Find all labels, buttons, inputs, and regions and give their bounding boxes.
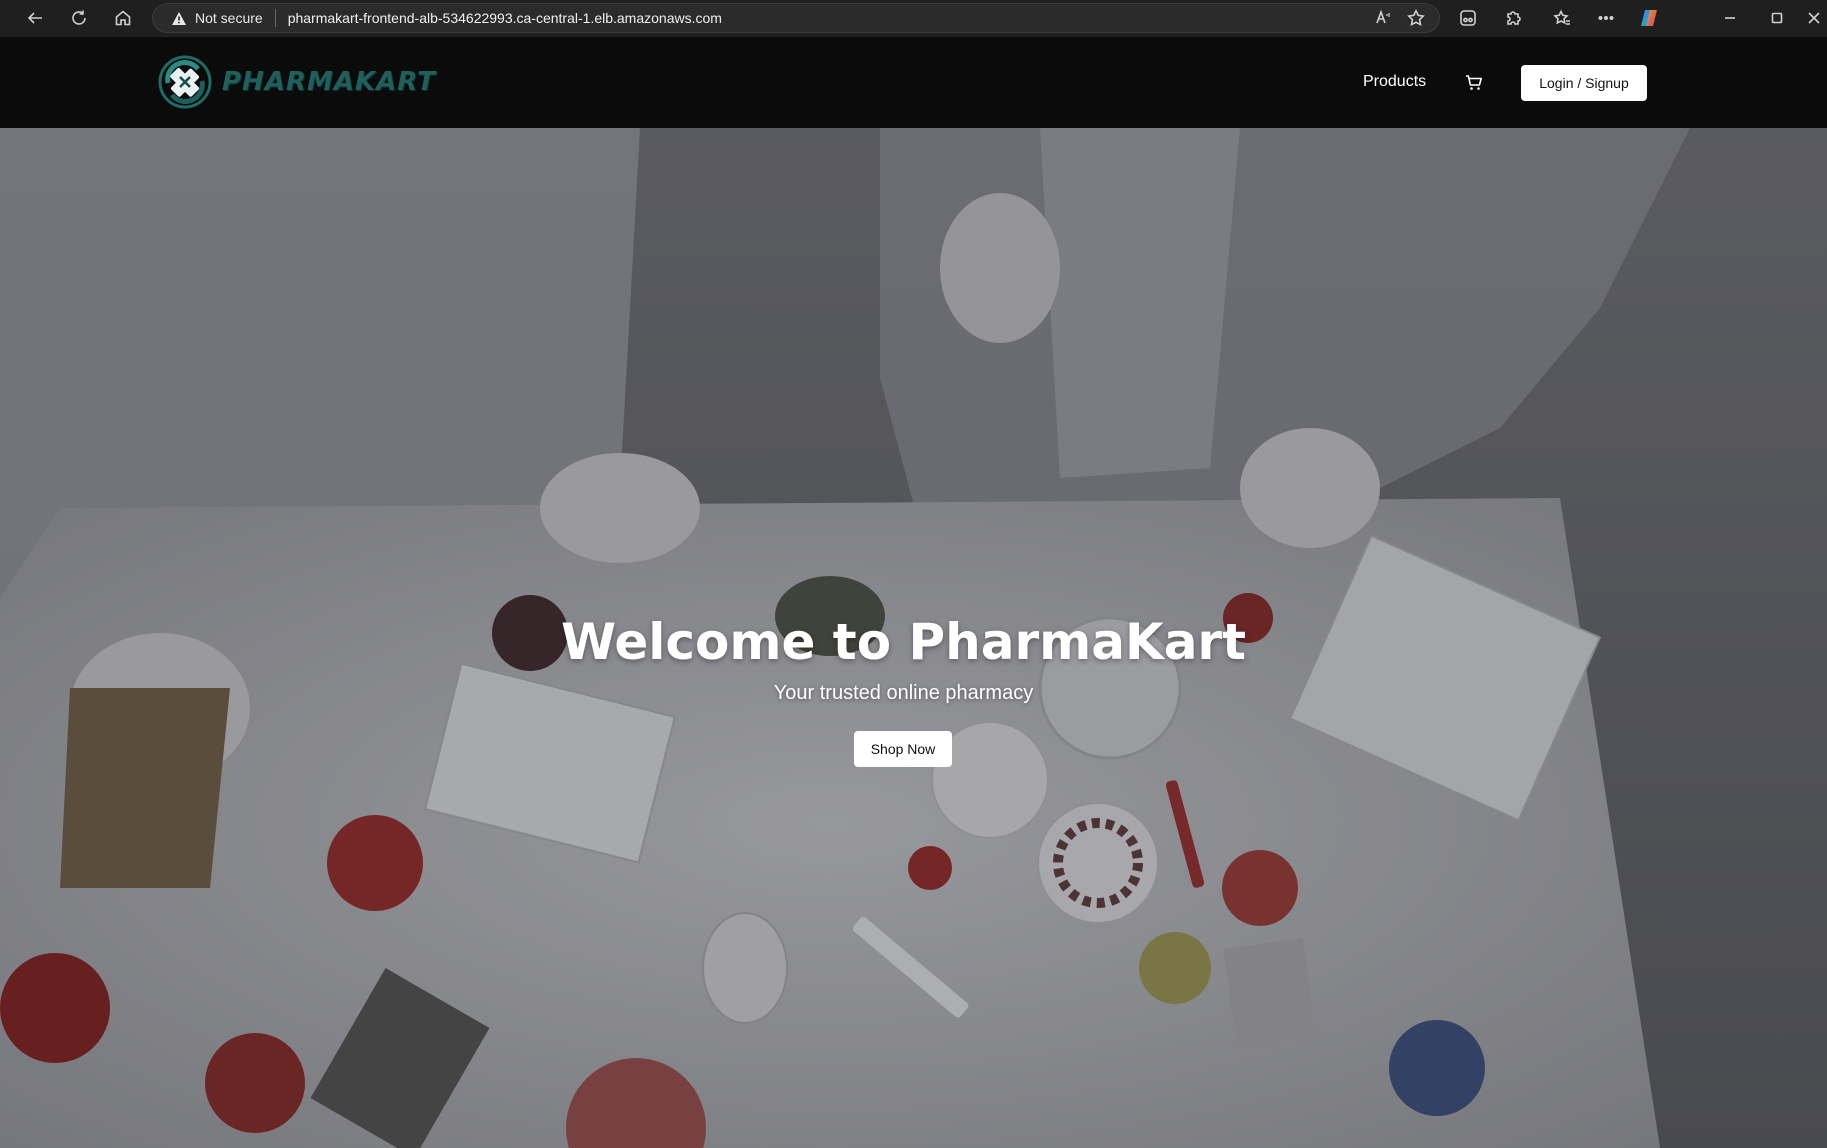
favorites-icon[interactable] (1549, 5, 1575, 31)
read-aloud-icon[interactable] (1375, 9, 1393, 32)
cart-icon[interactable] (1464, 73, 1484, 93)
refresh-icon[interactable] (66, 5, 92, 31)
maximize-icon[interactable] (1757, 5, 1797, 31)
hero-section: Welcome to PharmaKart Your trusted onlin… (0, 128, 1827, 1148)
hero-title: Welcome to PharmaKart (560, 613, 1246, 671)
site-logo[interactable]: PHARMAKART (158, 55, 436, 109)
warning-icon[interactable] (171, 11, 187, 26)
pharmacy-cross-logo-icon (158, 55, 212, 109)
url-text[interactable]: pharmakart-frontend-alb-534622993.ca-cen… (288, 10, 722, 26)
login-signup-button[interactable]: Login / Signup (1521, 65, 1647, 101)
logo-wordmark: PHARMAKART (222, 67, 436, 97)
copilot-icon[interactable] (1636, 5, 1662, 31)
back-icon[interactable] (22, 5, 48, 31)
address-divider (274, 9, 276, 27)
hero-subtitle: Your trusted online pharmacy (773, 682, 1034, 704)
extensions-icon[interactable] (1500, 5, 1526, 31)
home-icon[interactable] (110, 5, 136, 31)
minimize-icon[interactable] (1710, 5, 1750, 31)
security-label[interactable]: Not secure (195, 10, 263, 26)
hero-content: Welcome to PharmaKart Your trusted onlin… (0, 128, 1827, 1148)
site-header: PHARMAKART Products Login / Signup (0, 37, 1827, 128)
nav-products-link[interactable]: Products (1363, 73, 1426, 91)
browser-toolbar: Not secure pharmakart-frontend-alb-53462… (0, 0, 1827, 37)
close-window-icon[interactable] (1800, 5, 1827, 31)
more-menu-icon[interactable] (1593, 5, 1619, 31)
reading-view-icon[interactable] (1455, 5, 1481, 31)
favorite-star-icon[interactable] (1407, 8, 1425, 32)
shop-now-button[interactable]: Shop Now (854, 731, 952, 767)
address-bar[interactable]: Not secure pharmakart-frontend-alb-53462… (152, 3, 1440, 33)
